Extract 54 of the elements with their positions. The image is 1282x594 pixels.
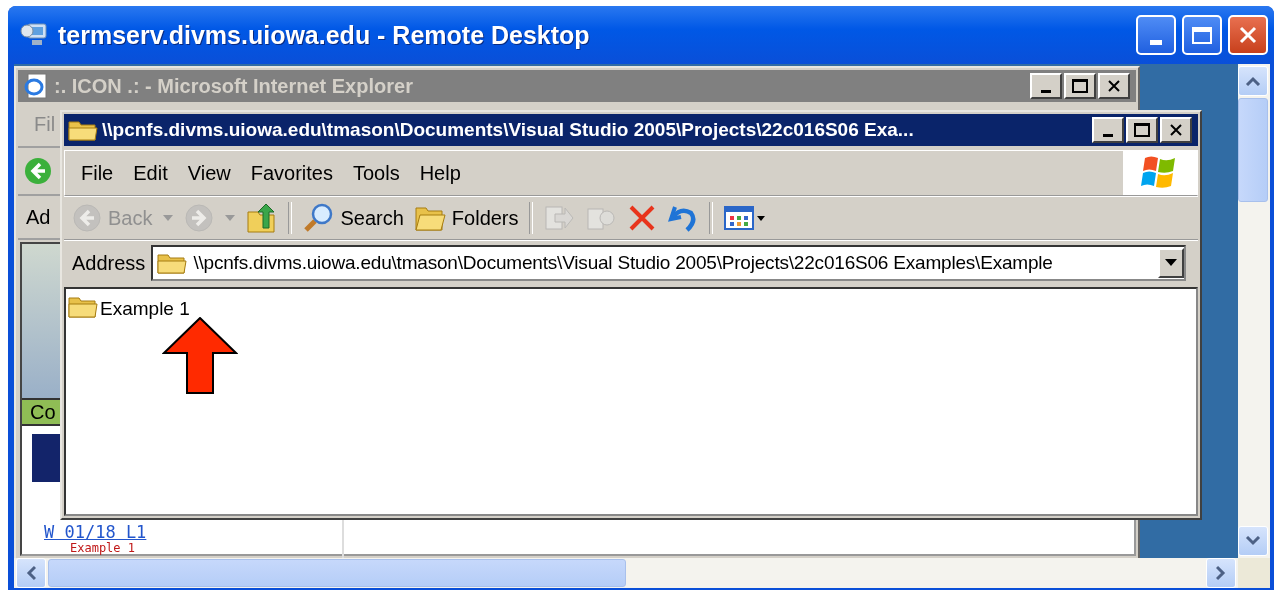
menu-item[interactable]: Edit	[125, 159, 176, 187]
menu-item[interactable]: File	[73, 159, 122, 187]
folder-item[interactable]: Example 1	[68, 295, 190, 323]
window-title: :. ICON .: - Microsoft Internet Explorer	[54, 74, 414, 98]
scroll-down-button[interactable]	[1238, 526, 1268, 556]
chevron-down-icon	[1245, 536, 1261, 546]
views-icon	[722, 203, 767, 233]
link[interactable]: W 01/18 L1	[44, 522, 147, 542]
move-to-icon	[542, 203, 575, 233]
scroll-thumb[interactable]	[48, 559, 626, 587]
minimize-button[interactable]	[1092, 117, 1124, 143]
undo-icon	[666, 203, 699, 233]
close-button[interactable]	[1098, 73, 1130, 99]
back-icon[interactable]	[24, 157, 52, 185]
resize-grip[interactable]	[1238, 558, 1270, 588]
close-icon	[1238, 25, 1258, 45]
minimize-button[interactable]	[1030, 73, 1062, 99]
back-icon	[72, 203, 102, 233]
forward-icon	[184, 203, 215, 233]
list-item-text: Example 1	[70, 541, 136, 555]
chevron-right-icon	[1216, 565, 1226, 581]
address-label: Address	[72, 251, 146, 275]
window-title: termserv.divms.uiowa.edu - Remote Desktop	[58, 20, 591, 50]
maximize-button[interactable]	[1064, 73, 1096, 99]
maximize-button[interactable]	[1126, 117, 1158, 143]
close-icon	[1107, 79, 1121, 93]
caret-icon	[1165, 259, 1177, 267]
menu-item[interactable]: Tools	[344, 159, 408, 187]
vertical-scrollbar[interactable]	[1238, 64, 1270, 558]
search-button[interactable]: Search	[298, 200, 408, 236]
folder-icon	[157, 251, 188, 275]
window-title: \\pcnfs.divms.uiowa.edu\tmason\Documents\Visual Studio 2005\Projects\22c016S06 Exa...	[102, 119, 915, 141]
scroll-left-button[interactable]	[16, 558, 46, 588]
chevron-left-icon	[26, 565, 36, 581]
folder-icon	[413, 204, 446, 232]
menu-item[interactable]: Favorites	[242, 159, 341, 187]
folder-icon	[68, 118, 98, 142]
menu-item[interactable]: View	[179, 159, 239, 187]
horizontal-scrollbar[interactable]	[14, 558, 1238, 588]
scroll-up-button[interactable]	[1238, 66, 1268, 96]
menu-item[interactable]: Help	[411, 159, 469, 187]
search-icon	[302, 202, 335, 234]
close-button[interactable]	[1160, 117, 1192, 143]
scroll-thumb[interactable]	[1238, 98, 1268, 202]
address-field[interactable]: \\pcnfs.divms.uiowa.edu\tmason\Documents\Visual Studio 2005\Projects\22c016S06 Examples\Example	[151, 245, 1186, 281]
caret-icon	[224, 214, 237, 222]
address-label: Ad	[26, 205, 51, 229]
scroll-right-button[interactable]	[1206, 558, 1236, 588]
dropdown-button[interactable]	[1158, 248, 1184, 278]
close-icon	[1169, 123, 1183, 137]
chevron-up-icon	[1245, 76, 1261, 86]
caret-icon	[162, 214, 175, 222]
folders-button[interactable]: Folders	[409, 200, 523, 236]
banner-text: Co	[30, 401, 56, 423]
